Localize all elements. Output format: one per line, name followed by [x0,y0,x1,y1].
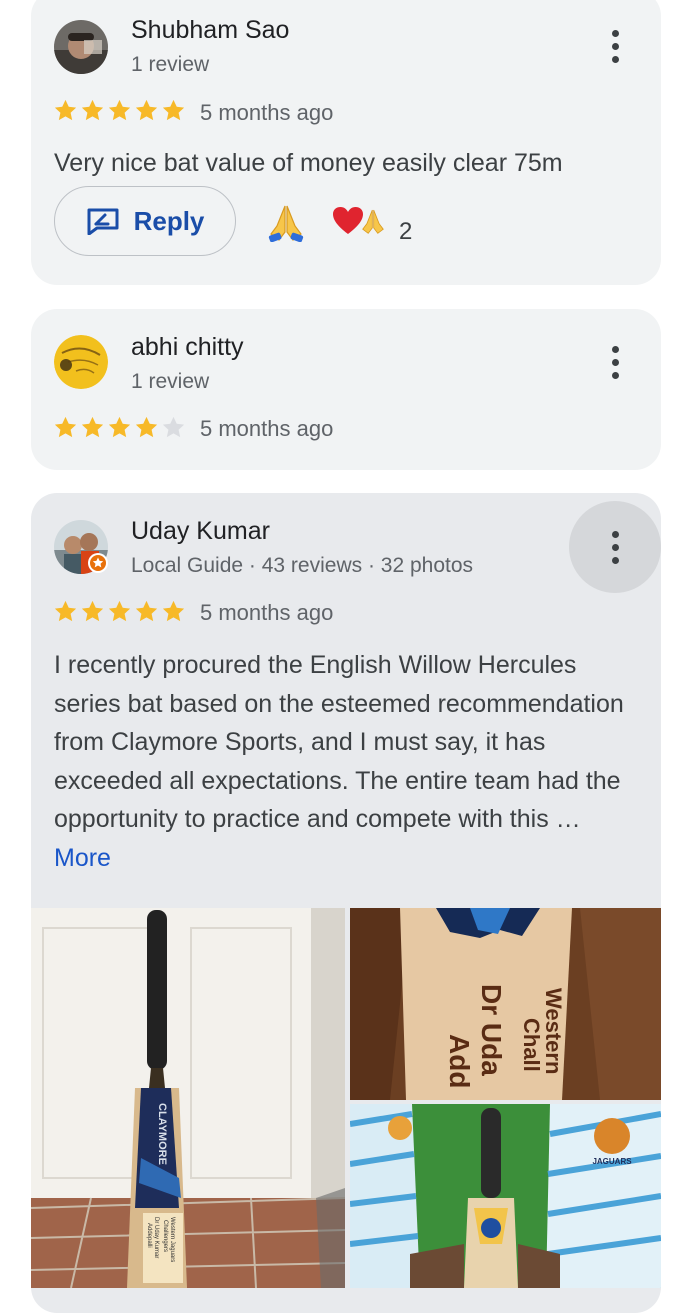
bat-sticker-line1: Western Jaguars [169,1217,175,1262]
star-icon [135,416,158,438]
more-link[interactable]: More [54,844,111,872]
bat-sticker-line2: Challengers [162,1220,168,1252]
reply-button[interactable]: Reply [54,186,236,256]
star-icon [54,600,77,622]
star-icon-empty [162,416,185,438]
review-text: I recently procured the English Willow H… [54,646,644,878]
closeup-text-line2: Chall [519,1018,544,1072]
star-icon [81,99,104,121]
folded-hands-emoji [268,205,304,243]
review-text: Very nice bat value of money easily clea… [54,149,563,177]
reviewer-name[interactable]: abhi chitty [131,333,244,362]
heart-emoji [333,207,363,234]
reply-label: Reply [133,205,205,236]
star-icon [81,416,104,438]
star-icon [54,416,77,438]
more-vert-icon [611,345,619,379]
reactions-summary[interactable] [332,206,386,241]
bat-sticker-line4: Addepalli [146,1223,152,1248]
bat-sticker-line3: Dr Uday Kumar [153,1217,159,1258]
review-card-uday: Uday Kumar Local Guide · 43 reviews · 32… [31,493,661,1313]
reaction-count: 2 [399,218,413,245]
star-rating [53,98,186,123]
review-photo-2[interactable]: Western Chall Dr Uda Add [350,908,661,1100]
more-vert-icon [611,530,619,564]
review-card-abhi: abhi chitty 1 review 5 months ago [31,309,661,470]
reviewer-meta: Local Guide · 43 reviews · 32 photos [131,554,474,577]
star-icon [108,600,131,622]
closeup-text-line4: Add [444,1034,475,1088]
bat-brand-text: CLAYMORE [156,1103,168,1165]
reviewer-name[interactable]: Uday Kumar [131,517,270,546]
reviewer-meta: 1 review [131,370,210,393]
more-options-button[interactable] [569,501,661,593]
review-time: 5 months ago [200,100,334,125]
reviewer-name[interactable]: Shubham Sao [131,16,289,45]
star-icon [108,99,131,121]
review-time: 5 months ago [200,416,334,441]
react-button[interactable] [267,202,305,247]
more-vert-icon [611,29,619,63]
star-icon [135,600,158,622]
more-options-button[interactable] [569,0,661,92]
folded-hands-emoji [362,209,385,234]
star-icon [135,99,158,121]
star-icon [81,600,104,622]
reply-icon [87,208,119,235]
avatar[interactable] [54,520,108,574]
avatar[interactable] [54,335,108,389]
reviewer-meta: 1 review [131,53,210,76]
avatar[interactable] [54,20,108,74]
star-icon [108,416,131,438]
star-icon [54,99,77,121]
review-photo-1[interactable]: CLAYMORE Western Jaguars Challengers Dr … [31,908,345,1288]
star-icon [162,600,185,622]
star-rating [53,415,186,440]
review-card-shubham: Shubham Sao 1 review 5 months ago Very n… [31,0,661,285]
review-text-body: I recently procured the English Willow H… [54,651,624,834]
jersey-badge-text: JAGUARS [592,1157,632,1166]
star-icon [162,99,185,121]
review-photo-3[interactable]: JAGUARS [350,1104,661,1288]
closeup-text-line3: Dr Uda [476,984,507,1076]
review-time: 5 months ago [200,600,334,625]
more-options-button[interactable] [569,316,661,408]
star-rating [53,599,186,624]
